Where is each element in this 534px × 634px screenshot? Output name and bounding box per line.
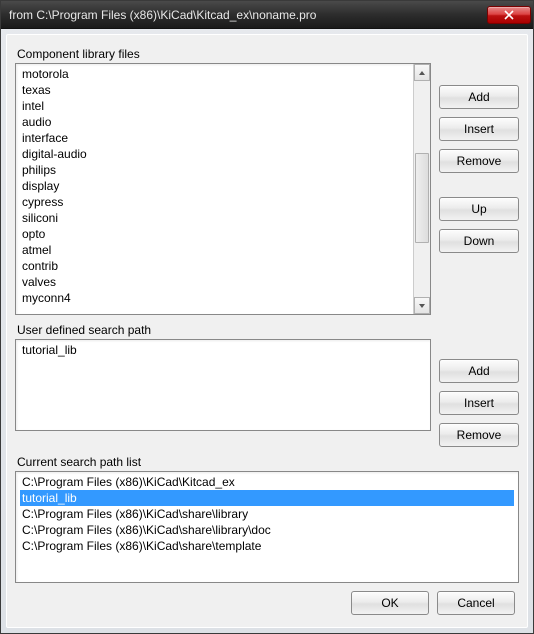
- cancel-button[interactable]: Cancel: [437, 591, 515, 615]
- component-row: motorolatexasintelaudiointerfacedigital-…: [15, 63, 519, 315]
- list-item[interactable]: tutorial_lib: [20, 490, 514, 506]
- user-button-column: Add Insert Remove: [439, 339, 519, 447]
- list-item[interactable]: siliconi: [20, 210, 426, 226]
- scroll-track[interactable]: [414, 81, 430, 297]
- ok-button[interactable]: OK: [351, 591, 429, 615]
- titlebar: from C:\Program Files (x86)\KiCad\Kitcad…: [1, 1, 533, 29]
- current-search-path-label: Current search path list: [17, 455, 519, 469]
- component-library-listbox[interactable]: motorolatexasintelaudiointerfacedigital-…: [15, 63, 431, 315]
- window-title: from C:\Program Files (x86)\KiCad\Kitcad…: [9, 8, 487, 22]
- list-item[interactable]: display: [20, 178, 426, 194]
- current-search-path-listbox[interactable]: C:\Program Files (x86)\KiCad\Kitcad_extu…: [15, 471, 519, 583]
- scroll-thumb[interactable]: [415, 153, 429, 243]
- list-item[interactable]: philips: [20, 162, 426, 178]
- component-library-label: Component library files: [17, 47, 519, 61]
- list-item[interactable]: C:\Program Files (x86)\KiCad\Kitcad_ex: [20, 474, 514, 490]
- list-item[interactable]: C:\Program Files (x86)\KiCad\share\libra…: [20, 522, 514, 538]
- list-item[interactable]: tutorial_lib: [20, 342, 426, 358]
- list-item[interactable]: opto: [20, 226, 426, 242]
- dialog-footer: OK Cancel: [15, 583, 519, 619]
- list-item[interactable]: contrib: [20, 258, 426, 274]
- component-button-column: Add Insert Remove Up Down: [439, 63, 519, 315]
- list-item[interactable]: motorola: [20, 66, 426, 82]
- insert-button[interactable]: Insert: [439, 391, 519, 415]
- insert-button[interactable]: Insert: [439, 117, 519, 141]
- up-button[interactable]: Up: [439, 197, 519, 221]
- remove-button[interactable]: Remove: [439, 423, 519, 447]
- user-search-path-listbox[interactable]: tutorial_lib: [15, 339, 431, 431]
- scrollbar[interactable]: [413, 64, 430, 314]
- list-item[interactable]: digital-audio: [20, 146, 426, 162]
- scroll-down-button[interactable]: [414, 297, 430, 314]
- list-item[interactable]: valves: [20, 274, 426, 290]
- list-item[interactable]: audio: [20, 114, 426, 130]
- user-search-path-label: User defined search path: [17, 323, 519, 337]
- list-item[interactable]: atmel: [20, 242, 426, 258]
- list-item[interactable]: interface: [20, 130, 426, 146]
- dialog-content: Component library files motorolatexasint…: [6, 34, 528, 628]
- dialog-window: from C:\Program Files (x86)\KiCad\Kitcad…: [0, 0, 534, 634]
- list-item[interactable]: cypress: [20, 194, 426, 210]
- close-icon: [504, 10, 514, 20]
- add-button[interactable]: Add: [439, 359, 519, 383]
- list-item[interactable]: C:\Program Files (x86)\KiCad\share\libra…: [20, 506, 514, 522]
- close-button[interactable]: [487, 6, 531, 24]
- add-button[interactable]: Add: [439, 85, 519, 109]
- down-button[interactable]: Down: [439, 229, 519, 253]
- list-item[interactable]: myconn4: [20, 290, 426, 306]
- remove-button[interactable]: Remove: [439, 149, 519, 173]
- list-item[interactable]: texas: [20, 82, 426, 98]
- list-item[interactable]: intel: [20, 98, 426, 114]
- list-item[interactable]: C:\Program Files (x86)\KiCad\share\templ…: [20, 538, 514, 554]
- scroll-up-button[interactable]: [414, 64, 430, 81]
- user-row: tutorial_lib Add Insert Remove: [15, 339, 519, 447]
